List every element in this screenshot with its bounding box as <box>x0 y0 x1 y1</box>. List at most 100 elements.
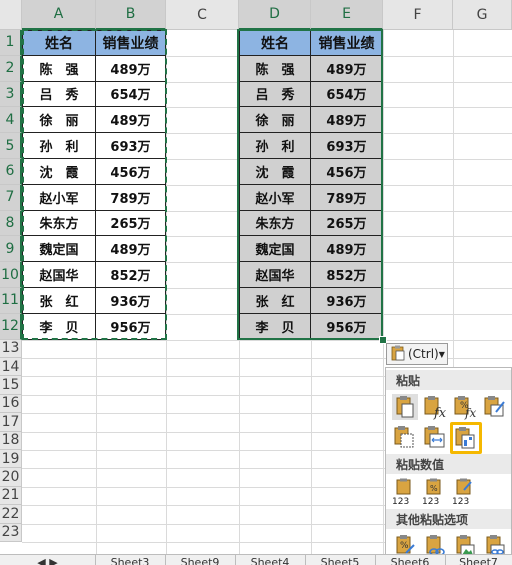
gridline-col <box>166 30 167 554</box>
source-cell-b8[interactable]: 265万 <box>96 210 166 237</box>
row-header-12[interactable]: 12 <box>0 313 22 340</box>
source-cell-a4[interactable]: 徐 丽 <box>22 107 96 134</box>
pasted-cell-d7[interactable]: 赵小军 <box>239 184 311 211</box>
source-cell-a3[interactable]: 吕 秀 <box>22 81 96 108</box>
column-header-c[interactable]: C <box>166 0 239 30</box>
row-header-4[interactable]: 4 <box>0 107 22 134</box>
pasted-cell-d11[interactable]: 张 红 <box>239 288 311 314</box>
column-header-d[interactable]: D <box>239 0 311 30</box>
pasted-cell-e6[interactable]: 456万 <box>311 159 383 185</box>
row-header-2[interactable]: 2 <box>0 55 22 82</box>
paste-values-icon[interactable]: 123 <box>392 478 418 507</box>
source-cell-a6[interactable]: 沈 霞 <box>22 159 96 185</box>
svg-text:123: 123 <box>392 497 409 506</box>
select-all-corner[interactable] <box>0 0 22 30</box>
keep-column-widths-icon[interactable] <box>422 424 448 450</box>
column-header-b[interactable]: B <box>96 0 166 30</box>
section-paste-title: 粘贴 <box>386 370 511 390</box>
column-header-g[interactable]: G <box>453 0 512 30</box>
pasted-cell-d3[interactable]: 吕 秀 <box>239 81 311 108</box>
pasted-cell-d9[interactable]: 魏定国 <box>239 236 311 263</box>
source-cell-b5[interactable]: 693万 <box>96 133 166 159</box>
source-cell-a7[interactable]: 赵小军 <box>22 184 96 211</box>
pasted-cell-d4[interactable]: 徐 丽 <box>239 107 311 134</box>
source-cell-b12[interactable]: 956万 <box>96 313 166 340</box>
svg-text:fx: fx <box>433 406 447 420</box>
paste-options-button[interactable]: (Ctrl) ▼ <box>386 343 448 365</box>
source-cell-a10[interactable]: 赵国华 <box>22 262 96 288</box>
paste-options-menu: 粘贴 fx % fx 粘贴数值 123 % 123 123 其他粘贴选项 % <box>385 367 512 564</box>
source-cell-b10[interactable]: 852万 <box>96 262 166 288</box>
source-cell-b6[interactable]: 456万 <box>96 159 166 185</box>
pasted-cell-d2[interactable]: 陈 强 <box>239 55 311 82</box>
spreadsheet[interactable]: ABCDEFG 1 2 3 4 5 6 7 8 9 10 11 12 13 14 15 16 17 18 19 20 2… <box>0 0 512 565</box>
source-cell-b3[interactable]: 654万 <box>96 81 166 108</box>
pasted-cell-d12[interactable]: 李 贝 <box>239 313 311 340</box>
pasted-cell-e12[interactable]: 956万 <box>311 313 383 340</box>
row-header-7[interactable]: 7 <box>0 184 22 211</box>
row-header-3[interactable]: 3 <box>0 81 22 108</box>
source-cell-b4[interactable]: 489万 <box>96 107 166 134</box>
paste-formulas-number-format-icon[interactable]: % fx <box>452 394 478 420</box>
row-header-8[interactable]: 8 <box>0 210 22 237</box>
pasted-cell-e2[interactable]: 489万 <box>311 55 383 82</box>
pasted-cell-e9[interactable]: 489万 <box>311 236 383 263</box>
svg-text:123: 123 <box>452 497 469 506</box>
svg-text:123: 123 <box>422 497 439 506</box>
pasted-cell-d8[interactable]: 朱东方 <box>239 210 311 237</box>
row-header-17[interactable]: 17 <box>0 413 22 432</box>
source-cell-b2[interactable]: 489万 <box>96 55 166 82</box>
column-header-a[interactable]: A <box>22 0 96 30</box>
paste-values-number-format-icon[interactable]: % 123 <box>422 478 448 507</box>
row-header-18[interactable]: 18 <box>0 431 22 450</box>
source-cell-a5[interactable]: 孙 利 <box>22 133 96 159</box>
source-cell-a1[interactable]: 姓名 <box>22 30 96 56</box>
paste-formulas-icon[interactable]: fx <box>422 394 448 421</box>
row-header-23[interactable]: 23 <box>0 523 22 542</box>
pasted-cell-d5[interactable]: 孙 利 <box>239 133 311 159</box>
keep-source-formatting-icon[interactable] <box>482 394 508 420</box>
source-cell-b9[interactable]: 489万 <box>96 236 166 263</box>
paste-values-source-formatting-icon[interactable]: 123 <box>452 478 478 507</box>
source-cell-a2[interactable]: 陈 强 <box>22 55 96 82</box>
row-header-10[interactable]: 10 <box>0 262 22 288</box>
row-header-14[interactable]: 14 <box>0 358 22 377</box>
row-header-19[interactable]: 19 <box>0 450 22 469</box>
row-header-5[interactable]: 5 <box>0 133 22 159</box>
source-cell-b1[interactable]: 销售业绩 <box>96 30 166 56</box>
source-cell-a12[interactable]: 李 贝 <box>22 313 96 340</box>
chevron-down-icon: ▼ <box>438 349 445 359</box>
pasted-cell-e4[interactable]: 489万 <box>311 107 383 134</box>
row-header-16[interactable]: 16 <box>0 394 22 414</box>
pasted-cell-e1[interactable]: 销售业绩 <box>311 30 383 56</box>
pasted-cell-e3[interactable]: 654万 <box>311 81 383 108</box>
row-header-22[interactable]: 22 <box>0 505 22 524</box>
pasted-cell-e10[interactable]: 852万 <box>311 262 383 288</box>
row-header-1[interactable]: 1 <box>0 30 22 56</box>
no-borders-icon[interactable] <box>392 424 418 450</box>
source-cell-b7[interactable]: 789万 <box>96 184 166 211</box>
pasted-cell-e7[interactable]: 789万 <box>311 184 383 211</box>
source-cell-a9[interactable]: 魏定国 <box>22 236 96 263</box>
row-header-20[interactable]: 20 <box>0 468 22 487</box>
gridline-col <box>383 30 384 554</box>
source-cell-b11[interactable]: 936万 <box>96 288 166 314</box>
source-cell-a11[interactable]: 张 红 <box>22 288 96 314</box>
pasted-cell-e8[interactable]: 265万 <box>311 210 383 237</box>
row-header-15[interactable]: 15 <box>0 376 22 395</box>
paste-icon[interactable] <box>392 394 418 420</box>
pasted-cell-d10[interactable]: 赵国华 <box>239 262 311 288</box>
column-header-e[interactable]: E <box>311 0 383 30</box>
source-cell-a8[interactable]: 朱东方 <box>22 210 96 237</box>
pasted-cell-e5[interactable]: 693万 <box>311 133 383 159</box>
column-header-f[interactable]: F <box>383 0 453 30</box>
row-header-6[interactable]: 6 <box>0 159 22 185</box>
row-header-9[interactable]: 9 <box>0 236 22 263</box>
row-header-21[interactable]: 21 <box>0 486 22 506</box>
transpose-icon[interactable] <box>450 422 482 454</box>
row-header-11[interactable]: 11 <box>0 288 22 314</box>
row-header-13[interactable]: 13 <box>0 339 22 358</box>
pasted-cell-d1[interactable]: 姓名 <box>239 30 311 56</box>
pasted-cell-d6[interactable]: 沈 霞 <box>239 159 311 185</box>
pasted-cell-e11[interactable]: 936万 <box>311 288 383 314</box>
